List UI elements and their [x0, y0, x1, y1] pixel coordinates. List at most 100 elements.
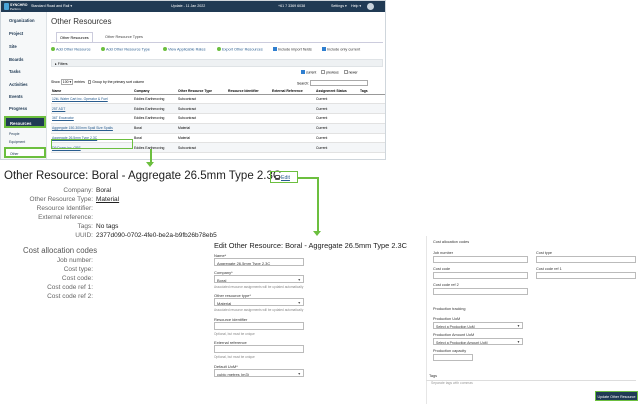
current-checkbox[interactable]	[301, 70, 305, 74]
production-amount-uom-label: Production Amount UoM	[433, 333, 475, 337]
cost-allocation-heading: Cost allocation codes	[23, 246, 98, 255]
include-only-current-checkbox[interactable]: Include only current	[322, 47, 360, 52]
include-import-fields-checkbox[interactable]: Include import fields	[273, 47, 312, 52]
cost-label: Cost code:	[61, 275, 93, 282]
cost-code-label: Cost code	[433, 267, 451, 271]
help-menu[interactable]: Help ▾	[351, 4, 361, 8]
table-cell	[227, 123, 271, 134]
cost-type-label: Cost type	[536, 251, 553, 255]
external-ref-input[interactable]	[214, 345, 304, 353]
table-cell	[359, 142, 385, 154]
external-ref-help: Optional, but must be unique	[214, 355, 255, 359]
export-icon	[217, 47, 221, 51]
settings-menu[interactable]: Settings ▾	[331, 4, 347, 8]
table-cell	[227, 133, 271, 144]
table-cell: Subcontract	[177, 94, 227, 105]
connector-line	[298, 177, 318, 179]
sidebar-subitem-equipment[interactable]: Equipment	[9, 140, 25, 144]
filters-toggle[interactable]: ▸ Filters	[51, 59, 383, 67]
entries-select[interactable]: 100 ▾	[60, 79, 74, 85]
table-cell: Boral	[133, 123, 177, 134]
detail-uuid: 2377d090-0702-4fe0-be2a-b9fb26b78eb5	[96, 232, 217, 239]
phone-number: +61 7 3369 6038	[278, 4, 306, 8]
table-cell: Current	[315, 142, 359, 154]
production-tracking-heading: Production tracking	[433, 307, 466, 311]
update-other-resource-button[interactable]: Update Other Resource	[595, 391, 638, 401]
resource-name-link[interactable]: 36T Excavator	[51, 113, 133, 124]
table-cell: Eddies Earthmoving	[133, 113, 177, 124]
export-other-resources-link[interactable]: Export Other Resources	[217, 47, 263, 52]
project-selector[interactable]: Standard Road and Rail ▾	[31, 4, 72, 8]
table-icon	[163, 47, 167, 51]
chevron-down-icon: ▼	[297, 277, 301, 282]
cost-code-ref1-label: Cost code ref 1	[536, 267, 562, 271]
tab-other-resources[interactable]: Other Resources	[56, 32, 93, 42]
uom-select[interactable]: cubic metres (m3) ▼	[214, 369, 304, 377]
job-number-input[interactable]	[433, 256, 528, 263]
sidebar-item-progress[interactable]: Progress	[9, 106, 27, 111]
user-avatar[interactable]	[367, 3, 374, 10]
resource-name-link[interactable]: 25T ADT	[51, 103, 133, 115]
table-cell: Eddies Earthmoving	[133, 103, 177, 115]
table-cell	[271, 94, 315, 105]
tags-underline	[426, 380, 636, 381]
sidebar-item-boards[interactable]: Boards	[9, 57, 23, 62]
top-bar: SYNCHRO Perform Standard Road and Rail ▾…	[1, 1, 385, 12]
identifier-input[interactable]	[214, 322, 304, 330]
tab-other-resource-types[interactable]: Other Resource Types	[102, 32, 146, 42]
sidebar-item-events[interactable]: Events	[9, 94, 23, 99]
table-cell	[227, 94, 271, 105]
app-logo[interactable]: SYNCHRO Perform	[4, 3, 28, 11]
company-select[interactable]: Boral ▼	[214, 275, 304, 283]
group-by-checkbox[interactable]	[87, 80, 92, 84]
table-row[interactable]: 12kL Water Cart inc. Operator & Fuel Edd…	[51, 94, 385, 105]
cost-code-input[interactable]	[433, 272, 528, 279]
production-capacity-input[interactable]	[433, 354, 473, 361]
sidebar-item-resources[interactable]: Resources	[4, 116, 46, 128]
table-row[interactable]: Aggregate 150-300mm Spall Size Spalls Bo…	[51, 123, 385, 134]
previous-checkbox[interactable]	[321, 70, 326, 74]
add-other-resource-link[interactable]: Add Other Resource	[51, 47, 91, 52]
connector-line	[317, 177, 319, 233]
detail-type-link[interactable]: Material	[96, 196, 119, 203]
sidebar-subitem-people[interactable]: People	[9, 132, 20, 136]
table-cell	[359, 123, 385, 134]
sidebar-item-organization[interactable]: Organization	[9, 18, 35, 23]
sidebar-item-site[interactable]: Site	[9, 44, 17, 49]
add-other-resource-type-link[interactable]: Add Other Resource Type	[101, 47, 150, 52]
production-amount-uom-select[interactable]: Select a Production Amount UoM ▼	[433, 338, 523, 345]
cost-code-ref2-input[interactable]	[433, 288, 528, 295]
cost-production-panel: Cost allocation codes Job number Cost ty…	[426, 236, 639, 404]
table-cell: Boral	[133, 133, 177, 144]
edit-link[interactable]: Edit	[270, 171, 298, 183]
newer-checkbox[interactable]	[343, 70, 348, 74]
table-row[interactable]: 36T Excavator Eddies Earthmoving Subcont…	[51, 113, 385, 124]
cost-type-input[interactable]	[536, 256, 636, 263]
type-select[interactable]: Material ▼	[214, 298, 304, 306]
table-cell	[271, 123, 315, 134]
sidebar-item-activities[interactable]: Activities	[9, 82, 28, 87]
resource-name-link[interactable]: 12kL Water Cart inc. Operator & Fuel	[51, 94, 133, 105]
sidebar-item-project[interactable]: Project	[9, 31, 23, 36]
sidebar-subitem-other[interactable]: Other	[4, 147, 46, 158]
table-cell	[359, 133, 385, 144]
view-applicable-rates-link[interactable]: View Applicable Rates	[163, 47, 206, 52]
cost-code-ref1-input[interactable]	[536, 272, 636, 279]
resource-name-link[interactable]: Aggregate 150-300mm Spall Size Spalls	[51, 123, 133, 134]
table-cell	[359, 94, 385, 105]
table-cell: Current	[315, 94, 359, 105]
connector-arrow	[146, 162, 154, 167]
table-cell	[227, 142, 271, 154]
chevron-down-icon: ▼	[516, 324, 520, 329]
search-input[interactable]	[310, 80, 369, 86]
table-row[interactable]: 25T ADT Eddies Earthmoving Subcontract C…	[51, 103, 385, 115]
table-cell: Eddies Earthmoving	[133, 142, 177, 154]
chevron-down-icon: ▼	[297, 300, 301, 305]
cost-label: Cost code ref 2:	[47, 293, 93, 300]
sidebar-item-tasks[interactable]: Tasks	[9, 69, 21, 74]
detail-label: Tags:	[77, 223, 93, 230]
table-cell: Current	[315, 113, 359, 124]
tags-input[interactable]: Separate tags with commas	[431, 381, 473, 385]
name-input[interactable]: Aggregate 26.5mm Type 2.3C	[214, 258, 304, 266]
production-uom-select[interactable]: Select a Production UoM ▼	[433, 322, 523, 329]
